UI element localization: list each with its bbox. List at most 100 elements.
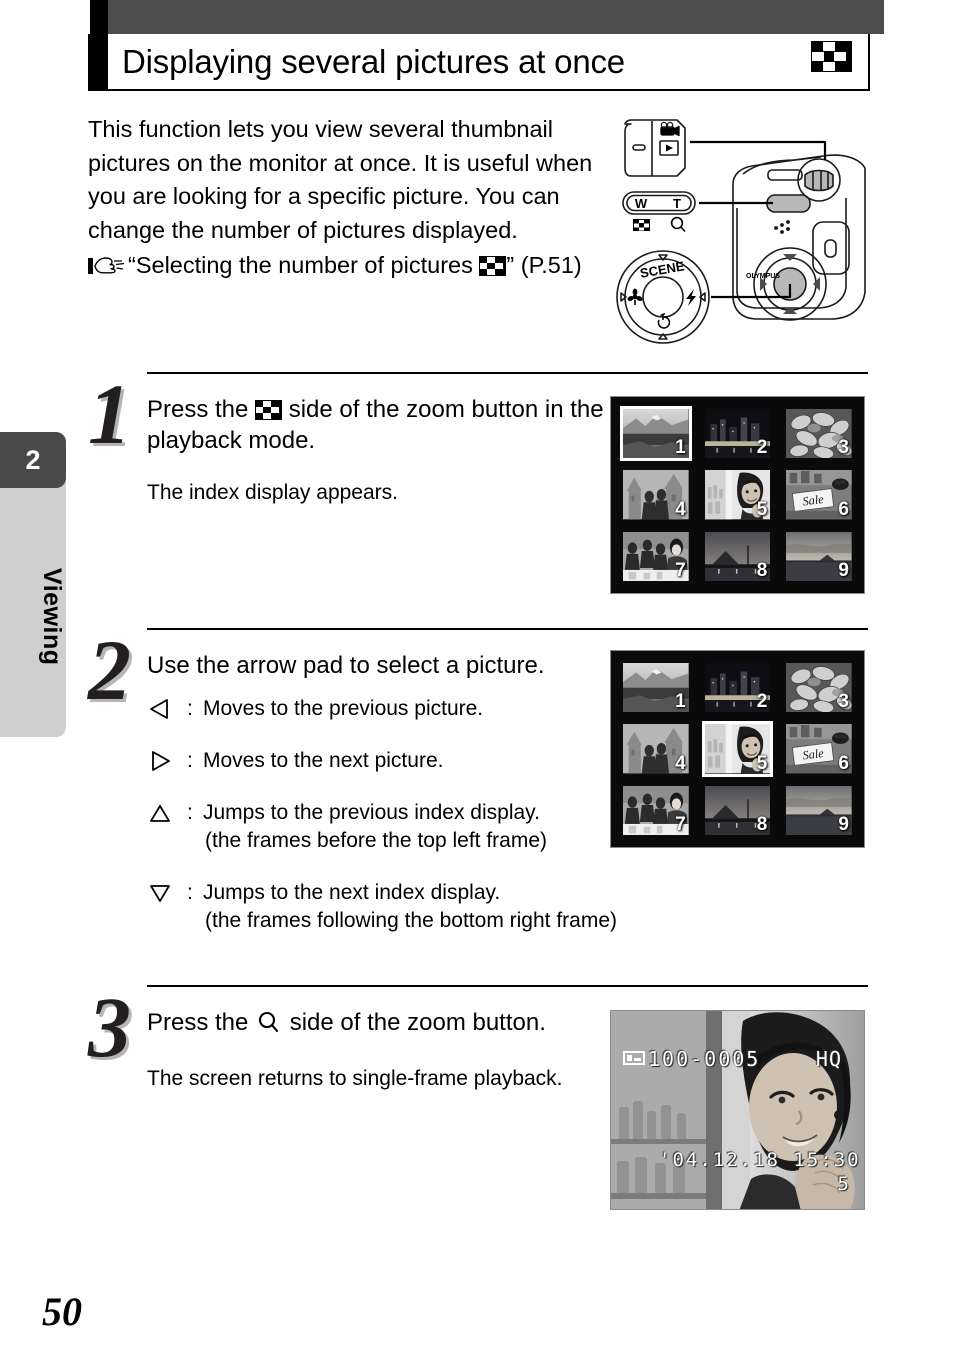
frame-number: 3 [838, 437, 849, 459]
thumbnail-cell[interactable]: 5 [699, 466, 777, 523]
thumbnail-cell[interactable]: 2 [699, 405, 777, 462]
thumbnail-cell[interactable]: 7 [617, 782, 695, 839]
thumbnail-cell[interactable]: 7 [617, 528, 695, 585]
svg-text:T: T [673, 196, 681, 211]
header-gray-band [106, 0, 884, 34]
memory-card-icon [623, 1051, 645, 1065]
camera-body-illustration: OLYMPUS [732, 154, 866, 321]
arrow-action-row: : Jumps to the next index display. (the … [147, 879, 647, 935]
thumbnail-cell[interactable]: 3 [780, 405, 858, 462]
frame-number: 8 [756, 813, 768, 835]
arrow-up-icon [147, 799, 187, 829]
page-title: Displaying several pictures at once [122, 42, 625, 80]
step-heading: Press the side of the zoom button in the… [147, 394, 647, 456]
arrow-action-row: : Moves to the previous picture. [147, 695, 647, 725]
step-body: Use the arrow pad to select a picture. :… [147, 650, 647, 957]
intro-reference: “Selecting the number of pictures ” (P.5… [88, 249, 608, 283]
arrow-action-text: Jumps to the next index display. (the fr… [203, 879, 617, 935]
reference-text-after: ” (P.51) [506, 252, 582, 278]
osd-datetime: '04.12.18 15:30 [659, 1149, 861, 1171]
frame-number: 9 [838, 559, 849, 581]
step-heading-after: side of the zoom button. [283, 1009, 546, 1036]
arrow-action-row: : Jumps to the previous index display. (… [147, 799, 647, 855]
frame-number: 4 [675, 752, 686, 774]
arrow-action-detail: (the frames following the bottom right f… [205, 909, 618, 932]
step-number: 2 [88, 622, 131, 718]
title-accent-bar [90, 0, 108, 91]
arrow-action-main: Jumps to the next index display. [203, 881, 501, 904]
frame-number: 6 [838, 498, 849, 520]
frame-number: 8 [756, 559, 768, 581]
arrow-left-icon [147, 695, 187, 725]
frame-number: 9 [838, 813, 849, 835]
arrow-pad-illustration: SCENE [616, 250, 710, 344]
thumbnail-cell[interactable]: 4 [617, 720, 695, 777]
arrow-colon: : [187, 697, 193, 720]
frame-number: 1 [675, 691, 686, 713]
thumbnail-cell[interactable]: 8 [699, 782, 777, 839]
osd-frame-number: 5 [837, 1173, 849, 1195]
thumbnail-cell[interactable]: 3 [780, 659, 858, 716]
arrow-down-icon [147, 879, 187, 909]
step-heading-before: Press the [147, 1009, 256, 1036]
frame-number: 7 [675, 559, 686, 581]
step-note: The screen returns to single-frame playb… [147, 1067, 563, 1090]
osd-quality: HQ [815, 1047, 842, 1071]
intro-paragraph: This function lets you view several thum… [88, 116, 593, 243]
index-display-icon [479, 256, 507, 276]
index-display-screenshot-2: 1 2 3 4 5 Sale 6 7 8 9 [610, 650, 865, 848]
svg-text:W: W [635, 196, 648, 211]
arrow-right-icon [147, 747, 187, 777]
frame-number: 5 [756, 752, 768, 774]
arrow-action-text: Moves to the previous picture. [203, 697, 484, 720]
frame-number: 1 [675, 437, 686, 459]
index-display-screenshot-1: 1 2 3 4 5 Sale 6 7 8 9 [610, 396, 865, 594]
thumbnail-cell[interactable]: 8 [699, 528, 777, 585]
thumbnail-cell[interactable]: 1 [617, 659, 695, 716]
step-heading: Use the arrow pad to select a picture. [147, 652, 545, 679]
thumbnail-cell[interactable]: 9 [780, 782, 858, 839]
frame-number: 7 [675, 813, 686, 835]
step-note: The index display appears. [147, 481, 398, 504]
thumbnail-cell[interactable]: Sale 6 [780, 720, 858, 777]
arrow-colon: : [187, 749, 193, 772]
svg-text:OLYMPUS: OLYMPUS [746, 273, 780, 280]
step-body: Press the side of the zoom button. The s… [147, 1007, 647, 1093]
thumbnail-cell[interactable]: 4 [617, 466, 695, 523]
step-heading: Press the side of the zoom button. [147, 1007, 647, 1042]
chapter-label: Viewing [38, 568, 66, 666]
intro-block: This function lets you view several thum… [88, 113, 608, 283]
frame-number: 2 [756, 691, 768, 713]
frame-number: 4 [675, 498, 686, 520]
title-bar: Displaying several pictures at once [88, 0, 870, 91]
thumbnail-cell[interactable]: Sale 6 [780, 466, 858, 523]
thumbnail-cell[interactable]: 5 [699, 720, 777, 777]
chapter-number: 2 [0, 432, 66, 488]
arrow-colon: : [187, 801, 193, 824]
svg-text:Sale: Sale [802, 492, 825, 509]
reference-text-before: “Selecting the number of pictures [128, 252, 480, 278]
thumbnail-cell[interactable]: 2 [699, 659, 777, 716]
step-separator [147, 372, 868, 374]
arrow-pad-actions: : Moves to the previous picture. : Moves… [147, 695, 647, 935]
chapter-tab: 2 Viewing [0, 432, 66, 737]
manual-page: 2 Viewing Displaying several pictures at… [0, 0, 954, 1357]
page-number: 50 [42, 1289, 82, 1334]
frame-number: 6 [838, 752, 849, 774]
arrow-action-main: Jumps to the previous index display. [203, 801, 540, 824]
svg-text:Sale: Sale [802, 746, 825, 763]
arrow-action-row: : Moves to the next picture. [147, 747, 647, 777]
osd-file-number: 100-0005 [623, 1047, 760, 1071]
page-header: Displaying several pictures at once [88, 0, 884, 91]
frame-number: 3 [838, 691, 849, 713]
arrow-action-detail: (the frames before the top left frame) [205, 829, 547, 852]
thumbnail-cell[interactable]: 9 [780, 528, 858, 585]
magnifier-icon [257, 1011, 281, 1040]
arrow-action-text: Moves to the next picture. [203, 749, 444, 772]
step-number: 3 [88, 979, 131, 1075]
step-number: 1 [88, 366, 131, 462]
index-display-icon [255, 400, 283, 420]
step-separator [147, 985, 868, 987]
thumbnail-cell[interactable]: 1 [617, 405, 695, 462]
index-display-icon [811, 41, 852, 74]
